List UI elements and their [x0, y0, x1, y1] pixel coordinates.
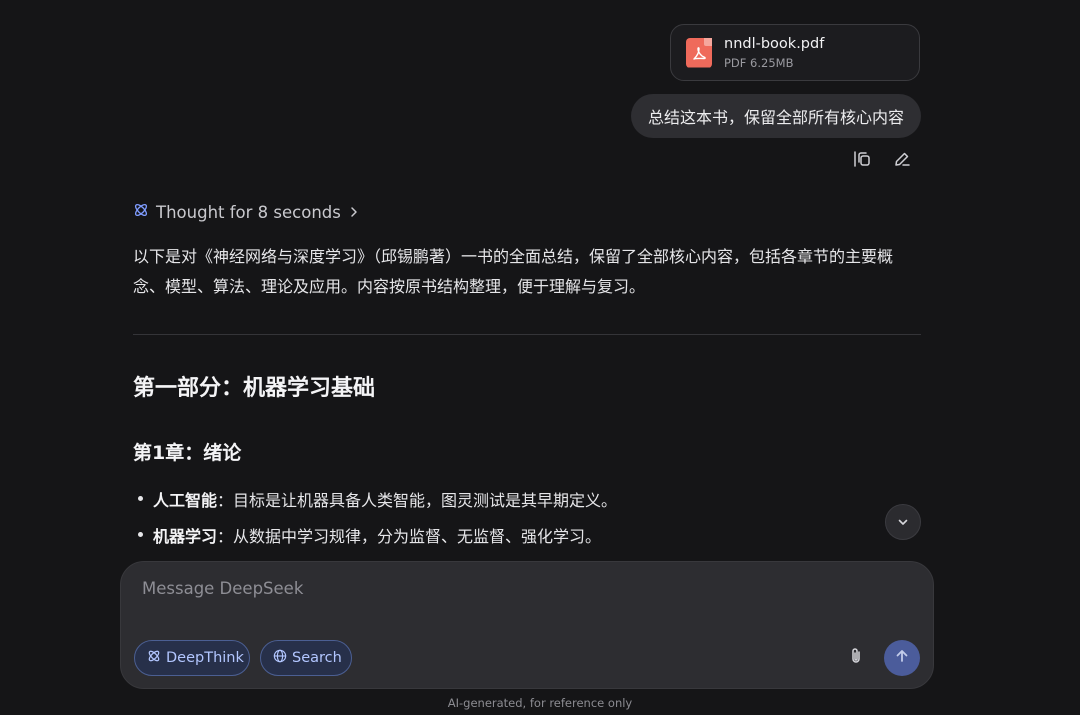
deepthink-toggle-button[interactable]: DeepThink: [134, 640, 250, 676]
chevron-down-icon: [897, 513, 909, 532]
deepthink-label: DeepThink: [166, 650, 244, 666]
paperclip-icon: [848, 647, 864, 669]
scroll-to-bottom-button[interactable]: [885, 504, 921, 540]
user-message-actions: [851, 148, 913, 170]
bullet-dot: [138, 496, 143, 501]
thought-toggle[interactable]: Thought for 8 seconds: [133, 200, 360, 224]
pdf-file-icon: [686, 37, 712, 68]
attachment-filename: nndl-book.pdf: [724, 35, 825, 52]
bullet-term: 人工智能: [153, 490, 218, 510]
list-item: 人工智能 ：目标是让机器具备人类智能，图灵测试是其早期定义。: [133, 484, 893, 513]
send-button[interactable]: [884, 640, 920, 676]
search-toggle-button[interactable]: Search: [260, 640, 352, 676]
chat-page: nndl-book.pdf PDF 6.25MB 总结这本书，保留全部所有核心内…: [0, 0, 1080, 715]
search-label: Search: [292, 650, 342, 666]
edit-icon[interactable]: [891, 148, 913, 170]
bullet-list: 人工智能 ：目标是让机器具备人类智能，图灵测试是其早期定义。 机器学习 ：从数据…: [133, 484, 893, 556]
section-heading: 第一部分：机器学习基础: [133, 376, 376, 401]
attach-file-button[interactable]: [845, 647, 867, 669]
arrow-up-icon: [894, 648, 910, 668]
attachment-meta: PDF 6.25MB: [724, 55, 794, 70]
copy-icon[interactable]: [851, 148, 873, 170]
list-item: 机器学习 ：从数据中学习规律，分为监督、无监督、强化学习。: [133, 520, 893, 549]
bullet-term: 机器学习: [153, 526, 218, 546]
bullet-text: ：目标是让机器具备人类智能，图灵测试是其早期定义。: [217, 490, 618, 510]
bullet-dot: [138, 532, 143, 537]
deepthink-atom-icon: [133, 202, 149, 222]
message-input[interactable]: [140, 578, 904, 599]
deepthink-atom-icon: [147, 649, 161, 667]
globe-icon: [273, 649, 287, 667]
assistant-intro-text: 以下是对《神经网络与深度学习》（邱锡鹏著）一书的全面总结，保留了全部核心内容，包…: [133, 247, 894, 296]
attachment-card[interactable]: nndl-book.pdf PDF 6.25MB: [670, 24, 920, 81]
bullet-text: ：从数据中学习规律，分为监督、无监督、强化学习。: [217, 526, 602, 546]
thought-label: Thought for 8 seconds: [156, 202, 341, 222]
message-composer: DeepThink Search: [120, 561, 934, 689]
chevron-right-icon: [348, 203, 360, 222]
section-divider: [133, 334, 921, 335]
ai-disclaimer: AI-generated, for reference only: [447, 696, 633, 710]
user-message-bubble: 总结这本书，保留全部所有核心内容: [630, 94, 921, 138]
chapter-heading: 第1章：绪论: [133, 442, 242, 464]
